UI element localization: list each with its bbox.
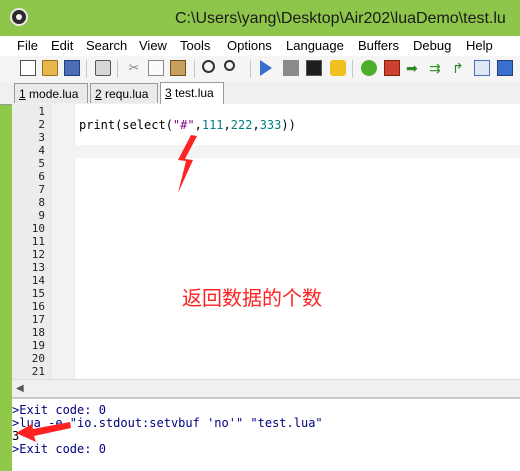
annotation-arrows: [16, 135, 197, 442]
arrow-to-output-icon: [16, 422, 71, 442]
arrow-to-hash-icon: [178, 135, 197, 193]
annotation-label: 返回数据的个数: [182, 286, 322, 310]
